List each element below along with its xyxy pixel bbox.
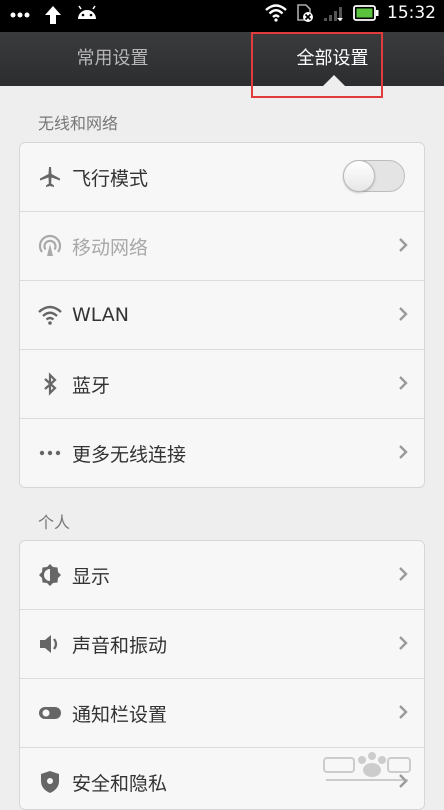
list-item-bluetooth[interactable]: 蓝牙 — [20, 350, 424, 419]
sim-off-icon — [297, 4, 313, 22]
section-title-wireless: 无线和网络 — [38, 114, 119, 133]
list-item-label: 通知栏设置 — [72, 703, 168, 726]
chevron-right-icon — [399, 567, 408, 581]
list-item-display[interactable]: 显示 — [20, 541, 424, 610]
airplane-mode-toggle[interactable] — [343, 160, 405, 192]
more-dots-icon — [10, 12, 30, 18]
wifi-status-icon — [265, 4, 287, 22]
list-item-label: 安全和隐私 — [72, 772, 168, 795]
section-title-personal: 个人 — [38, 513, 71, 532]
notification-icon — [39, 707, 61, 719]
list-item-label: 声音和振动 — [72, 634, 168, 657]
chevron-right-icon — [399, 307, 408, 321]
list-item-more-wireless[interactable]: 更多无线连接 — [20, 419, 424, 487]
highlight-box — [251, 32, 383, 98]
list-item-label: WLAN — [72, 304, 130, 326]
chevron-right-icon — [399, 705, 408, 719]
status-bar: 15:32 — [0, 0, 444, 32]
chevron-right-icon — [399, 636, 408, 650]
list-item-label: 更多无线连接 — [72, 443, 187, 466]
chevron-right-icon — [399, 376, 408, 390]
battery-icon — [353, 5, 379, 21]
tab-common-settings[interactable]: 常用设置 — [20, 32, 205, 86]
list-item-label: 显示 — [72, 565, 111, 588]
mobile-network-icon — [38, 234, 62, 256]
security-icon — [41, 771, 59, 793]
list-item-notification[interactable]: 通知栏设置 — [20, 679, 424, 748]
wifi-icon — [38, 305, 62, 325]
clock: 15:32 — [387, 3, 436, 23]
android-icon — [78, 5, 96, 19]
list-item-label: 飞行模式 — [72, 167, 149, 190]
list-item-label: 蓝牙 — [72, 374, 111, 397]
signal-icon — [324, 7, 343, 21]
airplane-icon — [40, 167, 60, 187]
list-item-sound[interactable]: 声音和振动 — [20, 610, 424, 679]
list-item-wlan[interactable]: WLAN — [20, 281, 424, 350]
list-item-label: 移动网络 — [72, 236, 149, 259]
wireless-card: 飞行模式 移动网络 WLAN 蓝牙 更多无线连接 — [19, 142, 425, 488]
list-item-airplane-mode[interactable]: 飞行模式 — [20, 143, 424, 212]
bluetooth-icon — [44, 372, 57, 396]
watermark-logo — [323, 752, 411, 781]
upload-arrow-icon — [45, 6, 61, 24]
display-icon — [39, 564, 61, 586]
chevron-right-icon — [399, 238, 408, 252]
list-item-mobile-network[interactable]: 移动网络 — [20, 212, 424, 281]
more-icon — [39, 450, 61, 456]
chevron-right-icon — [399, 445, 408, 459]
sound-icon — [40, 635, 58, 653]
toggle-knob — [343, 160, 375, 192]
